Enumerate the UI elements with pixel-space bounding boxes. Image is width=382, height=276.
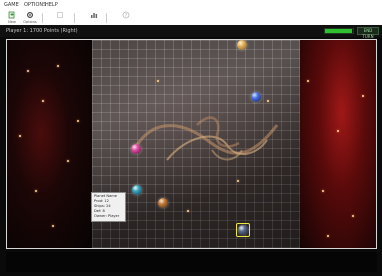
star xyxy=(42,100,44,102)
stats-icon xyxy=(91,13,98,18)
right-nebula xyxy=(300,40,376,248)
gear-icon xyxy=(26,11,34,19)
menu-options[interactable]: OPTIONS xyxy=(24,2,46,9)
new-icon xyxy=(8,11,15,19)
stats-button[interactable] xyxy=(86,11,102,25)
star xyxy=(67,160,69,162)
star xyxy=(337,130,339,132)
toolbar-separator xyxy=(106,13,107,23)
star xyxy=(35,190,37,192)
star xyxy=(52,225,54,227)
info-line: Owner: Player xyxy=(94,214,120,218)
star xyxy=(362,95,364,97)
bottom-bar xyxy=(6,252,377,272)
star xyxy=(19,135,21,137)
help-icon: ? xyxy=(122,11,130,19)
star xyxy=(352,215,354,217)
menu-bar: GAME OPTIONS HELP xyxy=(0,0,382,11)
star xyxy=(157,80,159,82)
star xyxy=(237,180,239,182)
planet-info-popup: Planet Name Prod: 12 Ships: 24 Def: 8 Ow… xyxy=(91,192,126,222)
star xyxy=(187,210,189,212)
menu-help[interactable]: HELP xyxy=(45,2,58,9)
toolbar: New Options ? xyxy=(0,11,382,25)
planet-teal[interactable] xyxy=(132,185,142,195)
planet-pink[interactable] xyxy=(131,144,141,154)
star xyxy=(77,120,79,122)
star xyxy=(307,80,309,82)
blank-icon xyxy=(57,12,63,18)
toolbar-separator xyxy=(42,13,43,23)
planet-bronze[interactable] xyxy=(158,198,168,208)
menu-game[interactable]: GAME xyxy=(4,2,19,9)
planet-gold[interactable] xyxy=(237,40,247,50)
new-game-button[interactable]: New xyxy=(4,11,20,25)
turn-progress-bar xyxy=(324,28,354,34)
disabled-button[interactable] xyxy=(52,11,68,25)
selection-marker xyxy=(236,223,250,237)
help-button[interactable]: ? xyxy=(118,11,134,25)
star xyxy=(27,70,29,72)
end-turn-button[interactable]: END TURN xyxy=(357,27,379,39)
options-button[interactable]: Options xyxy=(22,11,38,25)
left-nebula xyxy=(7,40,92,248)
new-game-label: New xyxy=(8,20,16,24)
turn-progress-fill xyxy=(325,29,352,33)
star xyxy=(327,235,329,237)
player-status-text: Player 1: 1700 Points (Right) xyxy=(6,28,78,34)
game-board[interactable]: Planet Name Prod: 12 Ships: 24 Def: 8 Ow… xyxy=(6,39,377,249)
status-bar: Player 1: 1700 Points (Right) END TURN xyxy=(0,25,382,39)
star xyxy=(267,100,269,102)
game-frame: Player 1: 1700 Points (Right) END TURN P… xyxy=(0,25,382,276)
star xyxy=(322,190,324,192)
star xyxy=(57,65,59,67)
toolbar-separator xyxy=(74,13,75,23)
planet-blue[interactable] xyxy=(251,92,261,102)
options-label: Options xyxy=(23,20,37,24)
svg-text:?: ? xyxy=(125,13,128,19)
nebula-swirl xyxy=(135,116,279,161)
